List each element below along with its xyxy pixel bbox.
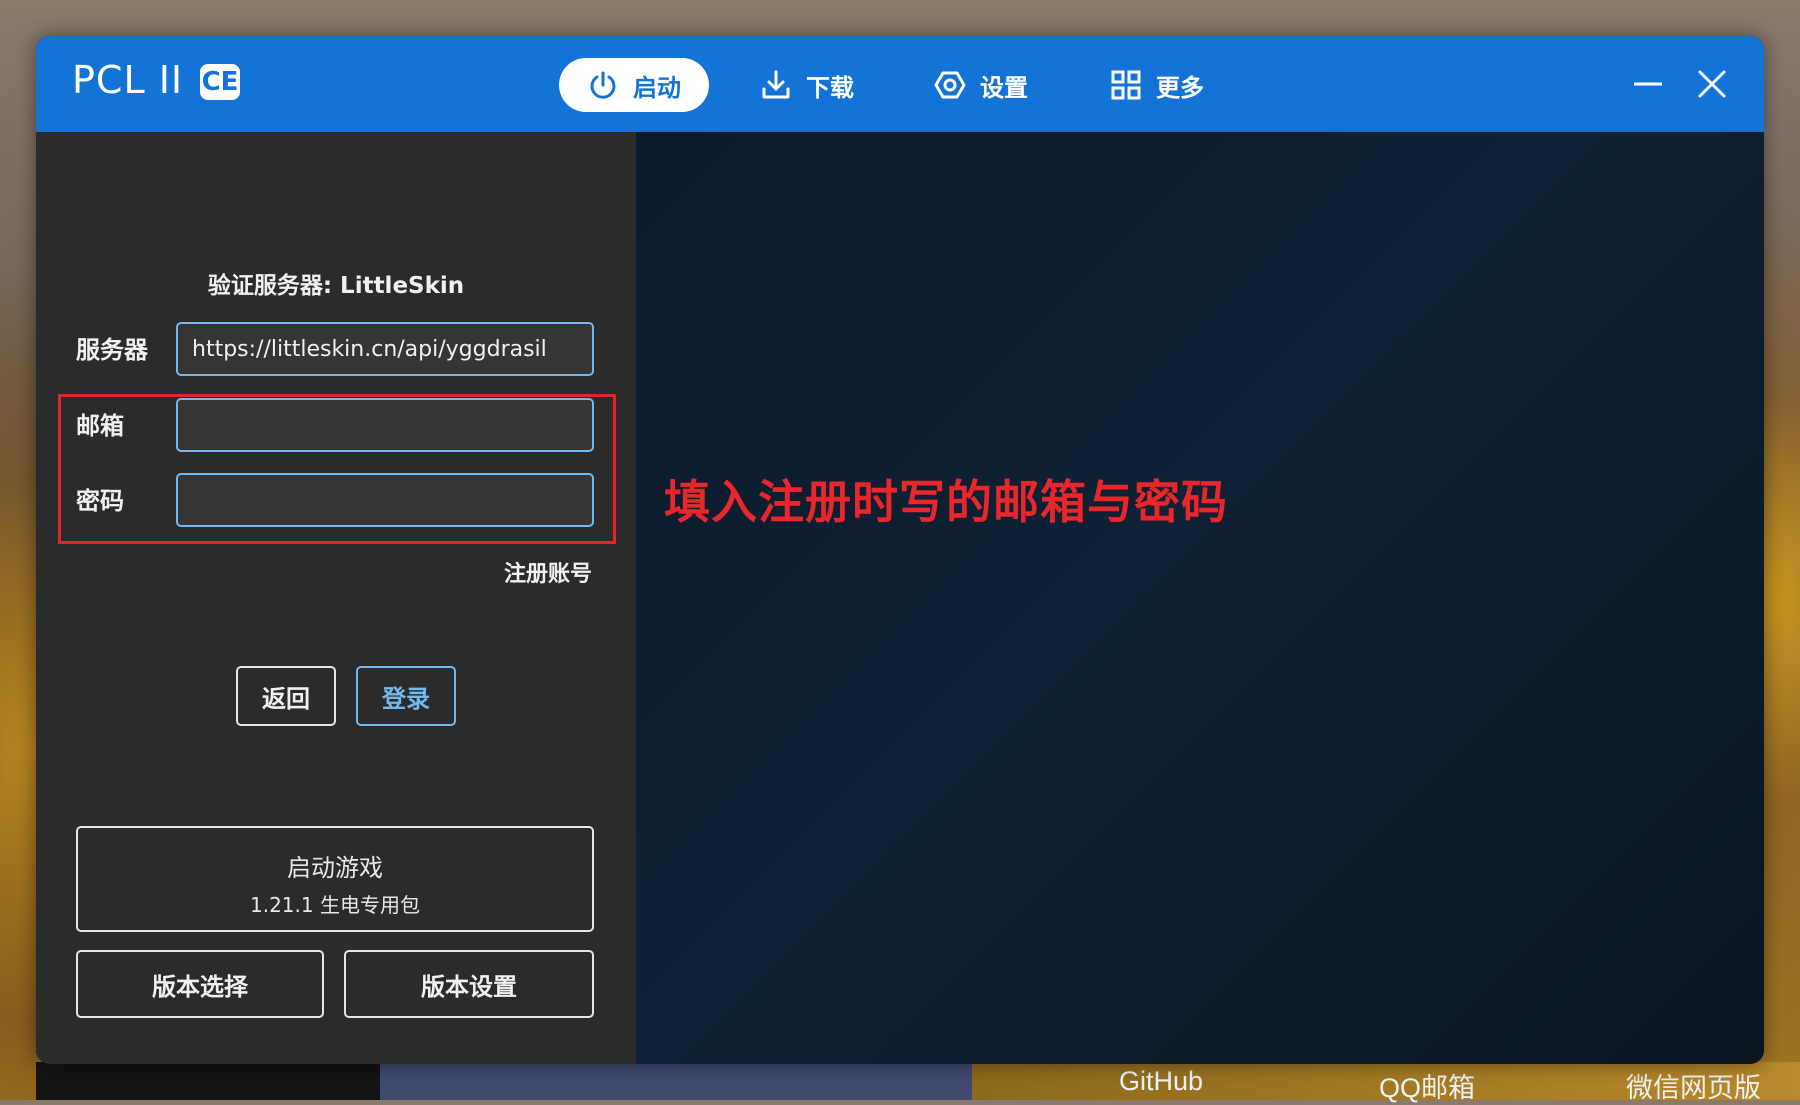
download-icon [762,70,790,99]
edition-badge: CE [200,64,240,100]
taskbar-link-github[interactable]: GitHub [1119,1066,1203,1097]
close-icon[interactable] [1692,64,1732,104]
tab-more-label: 更多 [1156,73,1204,102]
launch-game-label: 启动游戏 [287,854,383,882]
annotation-text: 填入注册时写的邮箱与密码 [664,475,1228,529]
tab-more[interactable]: 更多 [1110,58,1204,112]
tab-launch[interactable]: 启动 [559,58,709,112]
taskbar-link-wechat-web[interactable]: 微信网页版 [1626,1066,1761,1105]
taskbar-link-qq-mail[interactable]: QQ邮箱 [1379,1066,1475,1105]
grid-icon [1111,70,1141,100]
register-link[interactable]: 注册账号 [504,556,592,588]
launch-game-button[interactable]: 启动游戏 1.21.1 生电专用包 [76,826,594,932]
tab-download[interactable]: 下载 [760,58,854,112]
tab-settings[interactable]: 设置 [934,58,1028,112]
launcher-window: PCL II CE 启动 下载 设置 更多 验证服务器: LittleSkin … [36,36,1764,1064]
taskbar-blue-segment [380,1062,972,1100]
email-field[interactable] [176,398,594,452]
app-logo: PCL II [72,58,184,102]
version-settings-button[interactable]: 版本设置 [344,950,594,1018]
login-button[interactable]: 登录 [356,666,456,726]
tab-launch-label: 启动 [633,73,681,102]
selected-version-label: 1.21.1 生电专用包 [250,893,420,917]
back-button[interactable]: 返回 [236,666,336,726]
title-bar: PCL II CE 启动 下载 设置 更多 [36,36,1764,132]
login-panel: 验证服务器: LittleSkin 服务器 邮箱 密码 注册账号 返回 登录 启… [36,132,636,1064]
power-icon [590,71,616,99]
taskbar: GitHub QQ邮箱 微信网页版 [36,1062,1800,1103]
content-area: 填入注册时写的邮箱与密码 [636,132,1764,1064]
tab-settings-label: 设置 [980,73,1028,102]
auth-server-title: 验证服务器: LittleSkin [207,273,465,299]
password-field[interactable] [176,473,594,527]
settings-icon [934,71,966,99]
version-select-button[interactable]: 版本选择 [76,950,324,1018]
email-label: 邮箱 [76,412,124,440]
password-label: 密码 [76,487,124,515]
server-label: 服务器 [76,336,148,364]
server-field[interactable] [176,322,594,376]
minimize-icon[interactable] [1628,64,1668,104]
tab-download-label: 下载 [806,73,854,102]
taskbar-dark-segment [36,1062,380,1100]
